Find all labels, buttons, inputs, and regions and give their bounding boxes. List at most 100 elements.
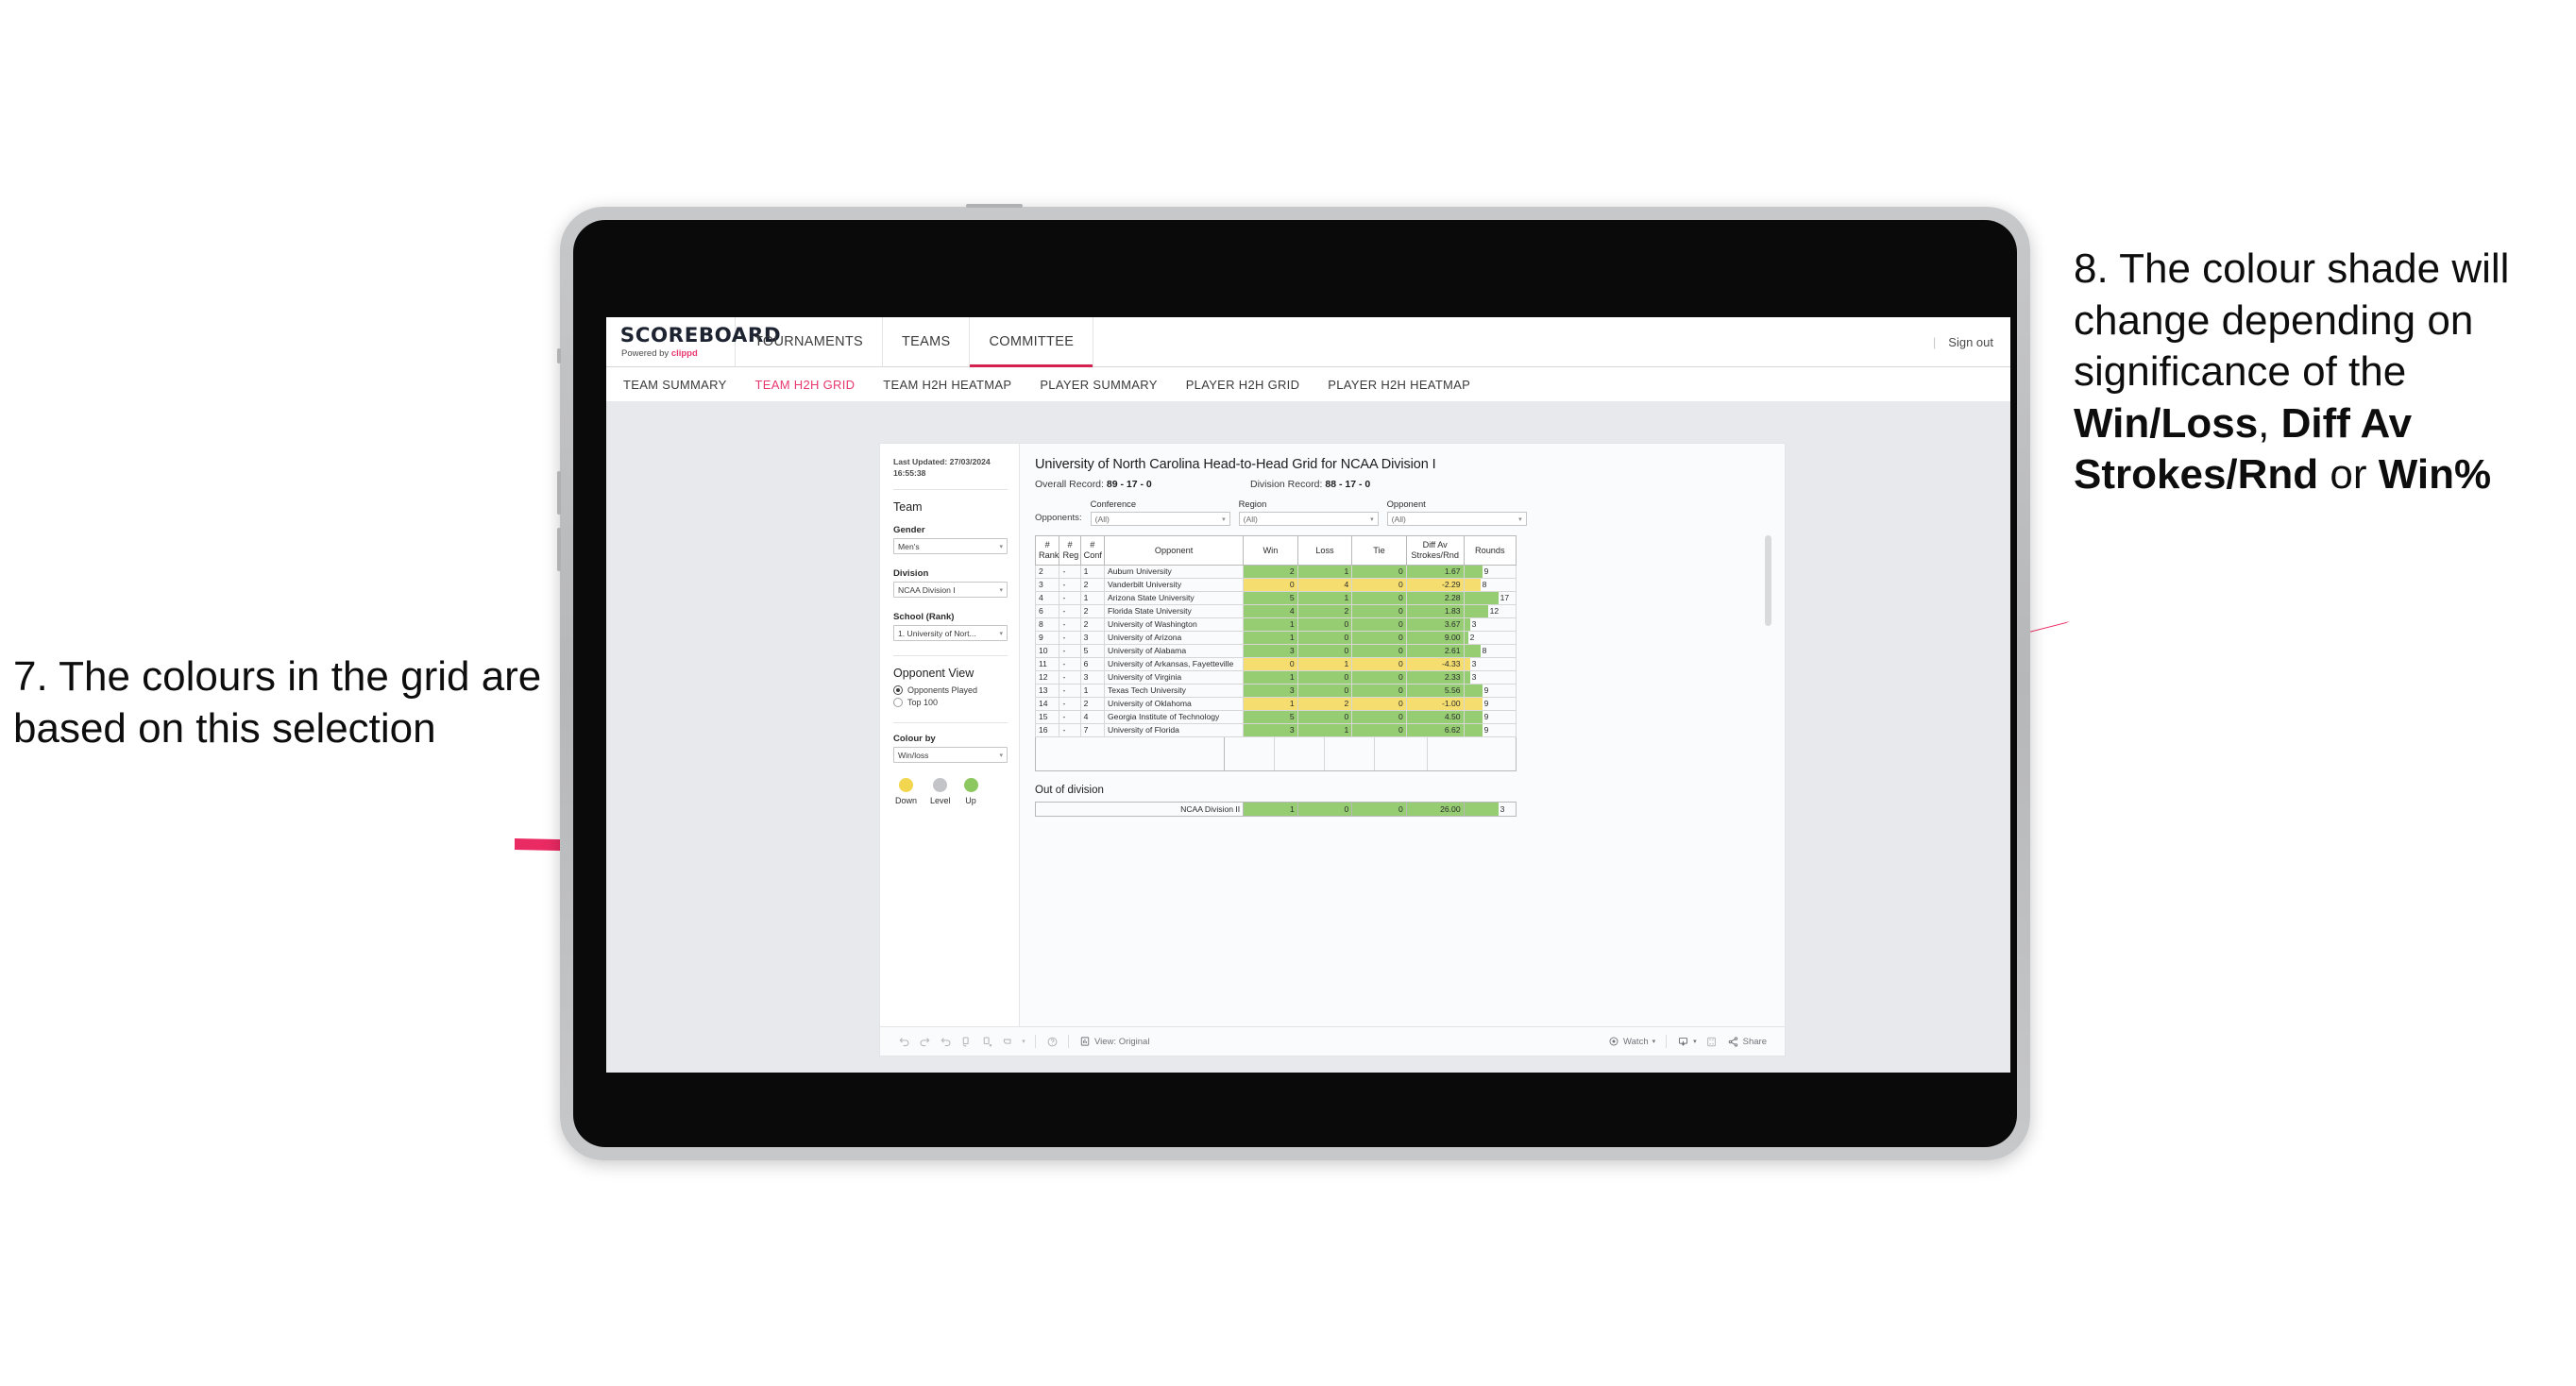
cell-loss: 0 — [1296, 631, 1353, 645]
col-header-diff-av-strokes[interactable]: Diff Av Strokes/Rnd — [1405, 535, 1465, 566]
opponents-label: Opponents: — [1035, 513, 1082, 523]
school-rank-value: 1. University of Nort... — [898, 628, 976, 638]
cell-rank: 16 — [1034, 723, 1060, 737]
table-row[interactable]: 2-1 Auburn University 2 1 0 1.67 9 — [1034, 565, 1517, 579]
viz-toolbar: ▾ View: Original Watch ▾ ▾ Share — [880, 1026, 1785, 1056]
grid-scrollbar[interactable] — [1765, 535, 1771, 626]
col-header-rank[interactable]: # Rank — [1034, 535, 1060, 566]
topnav-item-committee[interactable]: COMMITTEE — [970, 317, 1094, 367]
brand-logo[interactable]: SCOREBOARD Powered by clippd — [606, 317, 781, 366]
cell-tie: 0 — [1351, 578, 1407, 592]
cell-tie: 0 — [1351, 670, 1407, 685]
last-updated-text: Last Updated: 27/03/2024 16:55:38 — [893, 457, 991, 478]
table-row[interactable]: 14-2 University of Oklahoma 1 2 0 -1.00 9 — [1034, 697, 1517, 711]
col-header-loss[interactable]: Loss — [1296, 535, 1353, 566]
cell-reg: - — [1059, 604, 1081, 618]
radio-icon-unselected — [893, 698, 903, 708]
table-row[interactable]: 10-5 University of Alabama 3 0 0 2.61 8 — [1034, 644, 1517, 658]
filter-label-division: Division — [893, 568, 929, 580]
gender-select[interactable]: Men's ▾ — [893, 538, 1008, 555]
topnav-item-tournaments[interactable]: TOURNAMENTS — [736, 317, 884, 366]
radio-opponents-played[interactable]: Opponents Played — [893, 685, 1008, 696]
table-row[interactable]: 6-2 Florida State University 4 2 0 1.83 12 — [1034, 604, 1517, 618]
table-row[interactable]: 11-6 University of Arkansas, Fayetteville… — [1034, 657, 1517, 671]
col-header-win[interactable]: Win — [1243, 535, 1298, 566]
colour-by-select[interactable]: Win/loss ▾ — [893, 747, 1008, 764]
help-icon[interactable] — [1042, 1031, 1062, 1052]
cell-rounds: 2 — [1463, 631, 1517, 645]
col-header-reg[interactable]: # Reg — [1059, 535, 1081, 566]
refresh-icon[interactable] — [956, 1031, 976, 1052]
cell-opponent: University of Washington — [1103, 617, 1245, 632]
signout-divider: | — [1932, 334, 1937, 349]
opponent-select[interactable]: (All) ▾ — [1386, 512, 1527, 526]
chevron-down-icon[interactable]: ▾ — [1018, 1031, 1029, 1052]
col-header-rounds[interactable]: Rounds — [1463, 535, 1517, 566]
cell-loss: 0 — [1296, 684, 1353, 698]
table-row[interactable]: 16-7 University of Florida 3 1 0 6.62 9 — [1034, 723, 1517, 737]
share-label: Share — [1742, 1036, 1767, 1047]
download-button[interactable]: ▾ — [1672, 1036, 1702, 1048]
signout-link[interactable]: Sign out — [1948, 335, 1993, 349]
cell-conf: 3 — [1079, 670, 1106, 685]
rounds-value: 8 — [1482, 646, 1487, 656]
filter-divider-1 — [893, 489, 1008, 491]
region-value: (All) — [1243, 514, 1258, 524]
view-original-button[interactable]: View: Original — [1075, 1036, 1154, 1047]
cell-diff: -2.29 — [1405, 578, 1465, 592]
revert-icon[interactable] — [935, 1031, 956, 1052]
region-select[interactable]: (All) ▾ — [1238, 512, 1379, 526]
cell-reg: - — [1059, 617, 1081, 632]
radio-top-100[interactable]: Top 100 — [893, 698, 1008, 708]
filter-group-opponent: Opponent (All) ▾ — [1386, 499, 1527, 526]
fullscreen-icon[interactable] — [1702, 1031, 1722, 1052]
col-header-conf[interactable]: # Conf — [1079, 535, 1106, 566]
cell-win: 4 — [1243, 604, 1298, 618]
filter-title-conference: Conference — [1090, 499, 1137, 509]
cell-rank: 8 — [1034, 617, 1060, 632]
opponent-filter-row: Opponents: Conference (All) ▾ Region (Al… — [1035, 499, 1770, 526]
cell-opponent: University of Virginia — [1103, 670, 1245, 685]
chevron-down-icon: ▾ — [999, 586, 1003, 594]
table-row[interactable]: 13-1 Texas Tech University 3 0 0 5.56 9 — [1034, 684, 1517, 698]
device-button-mute — [557, 348, 561, 363]
subnav-item-team-h2h-grid[interactable]: TEAM H2H GRID — [755, 378, 856, 392]
cell-conf: 1 — [1079, 591, 1106, 605]
cell-rounds: 8 — [1463, 578, 1517, 592]
cell-diff: 1.67 — [1405, 565, 1465, 579]
division-select[interactable]: NCAA Division I ▾ — [893, 582, 1008, 599]
col-header-tie[interactable]: Tie — [1351, 535, 1407, 566]
watch-button[interactable]: Watch ▾ — [1603, 1036, 1660, 1047]
undo-icon[interactable] — [893, 1031, 914, 1052]
ood-label: NCAA Division II — [1034, 802, 1245, 817]
cell-conf: 1 — [1079, 684, 1106, 698]
cell-reg: - — [1059, 631, 1081, 645]
redo-icon[interactable] — [914, 1031, 935, 1052]
share-button[interactable]: Share — [1722, 1036, 1771, 1048]
col-header-opponent[interactable]: Opponent — [1103, 535, 1245, 566]
table-row[interactable]: 9-3 University of Arizona 1 0 0 9.00 2 — [1034, 631, 1517, 645]
school-rank-select[interactable]: 1. University of Nort... ▾ — [893, 625, 1008, 642]
table-row[interactable]: 8-2 University of Washington 1 0 0 3.67 3 — [1034, 617, 1517, 632]
subnav-item-player-summary[interactable]: PLAYER SUMMARY — [1040, 378, 1157, 392]
conference-select[interactable]: (All) ▾ — [1090, 512, 1230, 526]
subnav-item-player-h2h-grid[interactable]: PLAYER H2H GRID — [1186, 378, 1300, 392]
cell-rank: 13 — [1034, 684, 1060, 698]
table-row[interactable]: 4-1 Arizona State University 5 1 0 2.28 17 — [1034, 591, 1517, 605]
rounds-bar — [1464, 592, 1499, 604]
highlight-icon[interactable] — [997, 1031, 1018, 1052]
table-row[interactable]: 3-2 Vanderbilt University 0 4 0 -2.29 8 — [1034, 578, 1517, 592]
subnav-item-team-summary[interactable]: TEAM SUMMARY — [623, 378, 727, 392]
table-row[interactable]: 15-4 Georgia Institute of Technology 5 0 0 4.… — [1034, 710, 1517, 724]
annotation-8-sep1: , — [2258, 399, 2281, 447]
cell-rounds: 3 — [1463, 617, 1517, 632]
table-row[interactable]: 12-3 University of Virginia 1 0 0 2.33 3 — [1034, 670, 1517, 685]
cell-rounds: 3 — [1463, 670, 1517, 685]
cell-win: 1 — [1243, 617, 1298, 632]
subnav-item-team-h2h-heatmap[interactable]: TEAM H2H HEATMAP — [883, 378, 1011, 392]
subnav-item-player-h2h-heatmap[interactable]: PLAYER H2H HEATMAP — [1328, 378, 1470, 392]
topnav-item-teams[interactable]: TEAMS — [883, 317, 971, 366]
cell-opponent: University of Florida — [1103, 723, 1245, 737]
cell-reg: - — [1059, 578, 1081, 592]
pause-icon[interactable] — [976, 1031, 997, 1052]
